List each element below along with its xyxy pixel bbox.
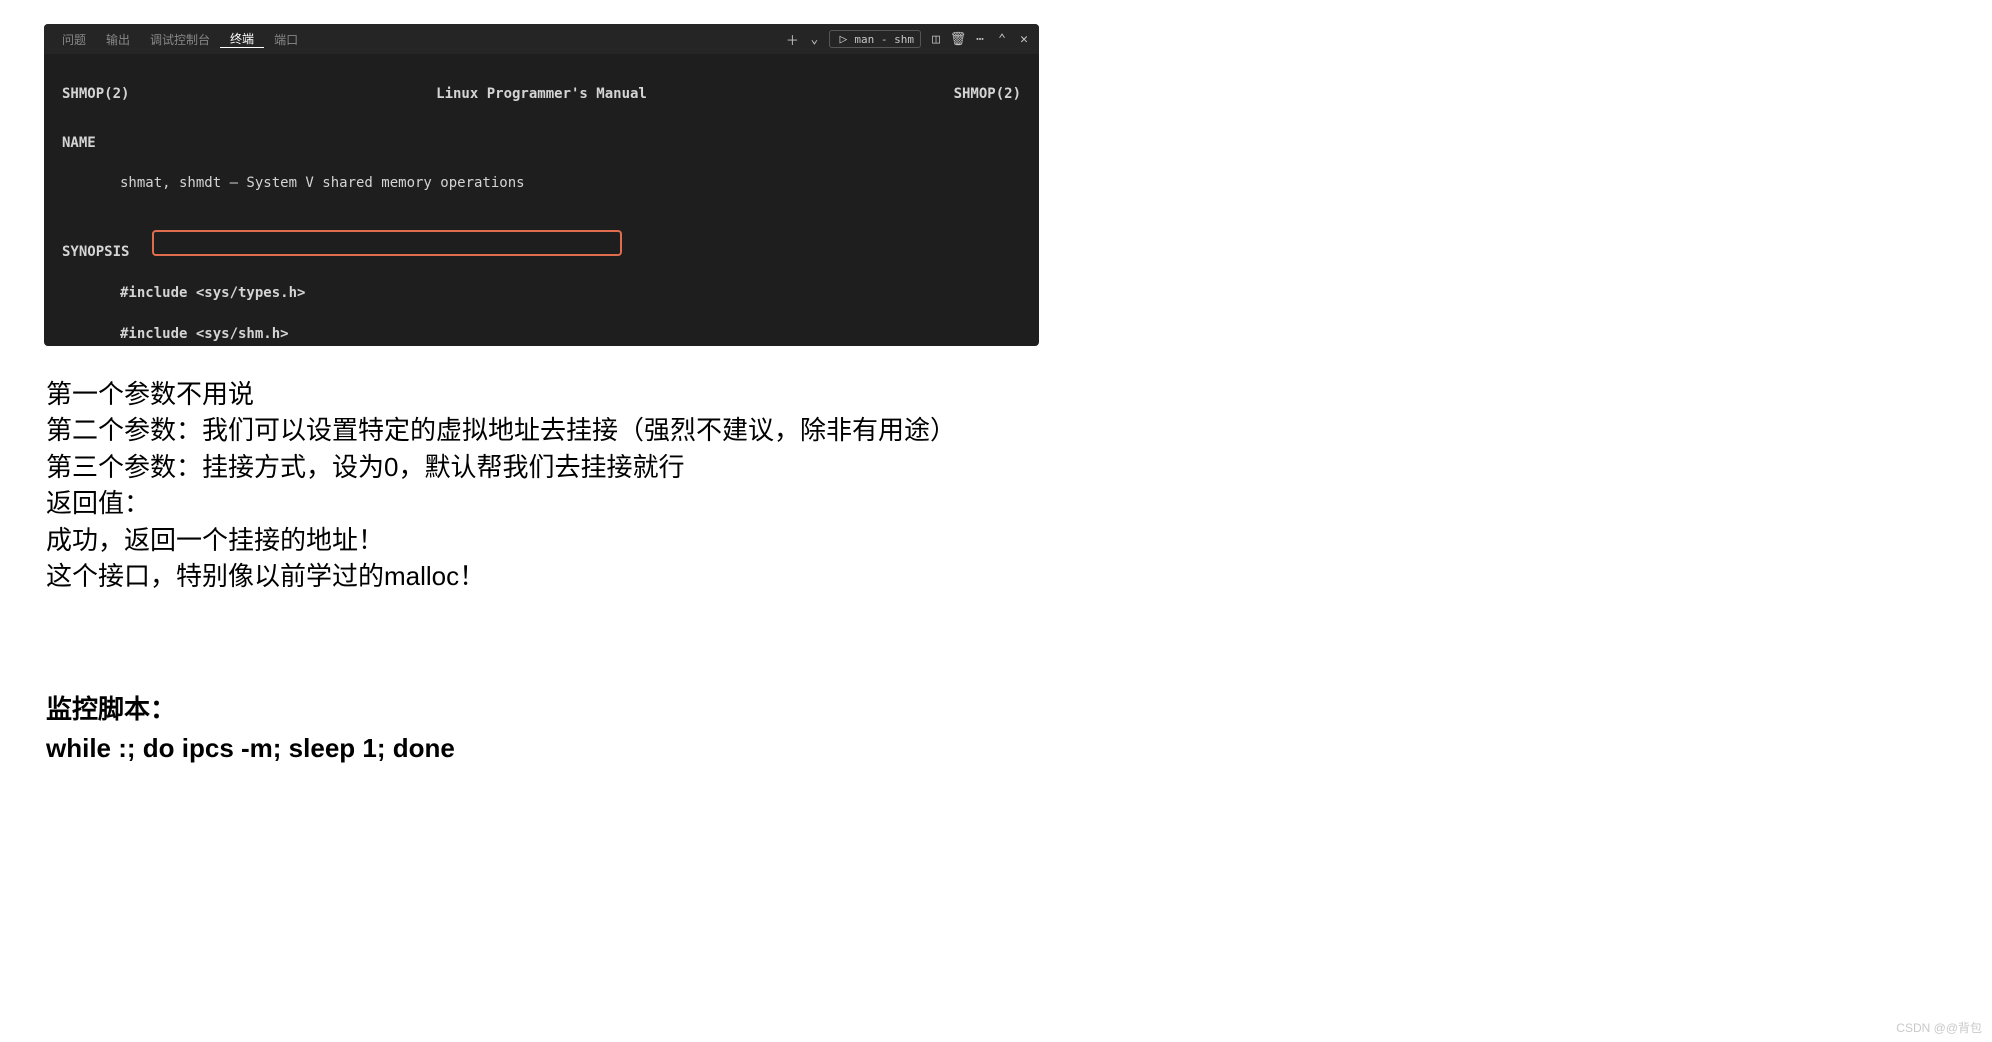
- man-header: SHMOP(2) Linux Programmer's Manual SHMOP(2…: [62, 84, 1021, 104]
- tab-ports[interactable]: 端口: [264, 31, 308, 48]
- trash-icon[interactable]: 🗑: [951, 32, 965, 46]
- chevron-down-icon[interactable]: ⌄: [807, 32, 821, 46]
- man-header-right: SHMOP(2): [954, 84, 1021, 104]
- new-terminal-icon[interactable]: ＋: [785, 32, 799, 46]
- explanation-text: 第一个参数不用说 第二个参数：我们可以设置特定的虚拟地址去挂接（强烈不建议，除非…: [46, 376, 956, 594]
- explain-line: 返回值：: [46, 485, 956, 521]
- tab-terminal[interactable]: 终端: [220, 30, 264, 48]
- name-line: shmat, shmdt — System V shared memory op…: [120, 173, 1021, 193]
- more-icon[interactable]: ⋯: [973, 32, 987, 46]
- terminal-content[interactable]: SHMOP(2) Linux Programmer's Manual SHMOP(2…: [44, 54, 1039, 346]
- man-header-left: SHMOP(2): [62, 84, 129, 104]
- terminal-name-pill[interactable]: ▷ man - shm: [829, 30, 921, 48]
- runner-icon: ▷: [836, 32, 850, 46]
- close-icon[interactable]: ✕: [1017, 32, 1031, 46]
- tab-problems[interactable]: 问题: [52, 31, 96, 48]
- tab-debug-console[interactable]: 调试控制台: [140, 31, 220, 48]
- script-title: 监控脚本：: [46, 690, 455, 729]
- watermark: CSDN @@背包: [1896, 1019, 1982, 1036]
- section-name: NAME: [62, 133, 1021, 153]
- include-1: #include <sys/types.h>: [120, 283, 1021, 303]
- explain-line: 这个接口，特别像以前学过的malloc！: [46, 558, 956, 594]
- explain-line: 第一个参数不用说: [46, 376, 956, 412]
- panel-tabs: 问题 输出 调试控制台 终端 端口 ＋ ⌄ ▷ man - shm ◫ 🗑 ⋯ …: [44, 24, 1039, 54]
- man-header-center: Linux Programmer's Manual: [436, 84, 647, 104]
- script-section: 监控脚本： while :; do ipcs -m; sleep 1; done: [46, 690, 455, 768]
- terminal-panel: 问题 输出 调试控制台 终端 端口 ＋ ⌄ ▷ man - shm ◫ 🗑 ⋯ …: [44, 24, 1039, 346]
- explain-line: 成功，返回一个挂接的地址！: [46, 522, 956, 558]
- terminal-name: man - shm: [854, 33, 914, 46]
- tab-output[interactable]: 输出: [96, 31, 140, 48]
- include-2: #include <sys/shm.h>: [120, 324, 1021, 344]
- explain-line: 第三个参数：挂接方式，设为0，默认帮我们去挂接就行: [46, 449, 956, 485]
- script-command: while :; do ipcs -m; sleep 1; done: [46, 729, 455, 768]
- split-terminal-icon[interactable]: ◫: [929, 32, 943, 46]
- chevron-up-icon[interactable]: ⌃: [995, 32, 1009, 46]
- section-synopsis: SYNOPSIS: [62, 242, 1021, 262]
- explain-line: 第二个参数：我们可以设置特定的虚拟地址去挂接（强烈不建议，除非有用途）: [46, 412, 956, 448]
- toolbar-right: ＋ ⌄ ▷ man - shm ◫ 🗑 ⋯ ⌃ ✕: [785, 30, 1031, 48]
